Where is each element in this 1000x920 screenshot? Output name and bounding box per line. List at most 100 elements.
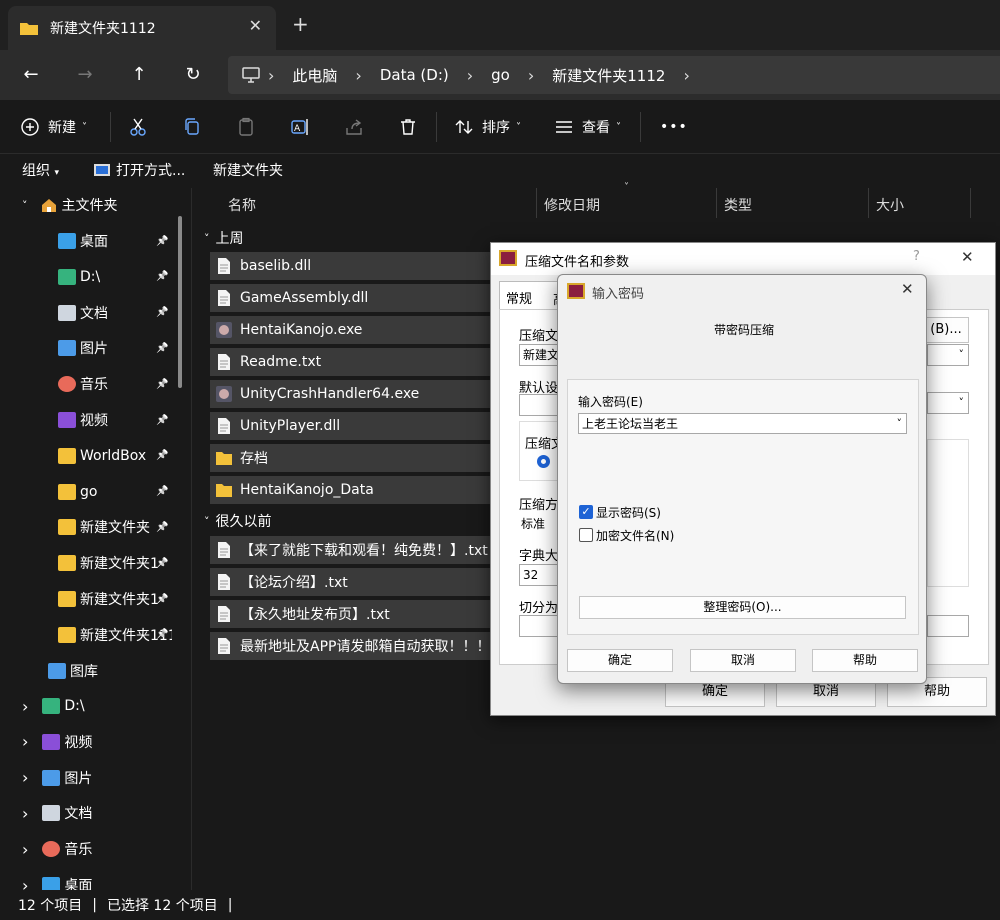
close-tab-icon[interactable]: ✕ [249,16,262,35]
column-divider[interactable] [716,188,717,218]
chevron-right-icon[interactable]: › [22,732,28,751]
column-size[interactable]: 大小 [876,195,904,215]
sidebar-item-home[interactable]: ˅ 主文件夹 [22,188,118,222]
set-password-field[interactable] [927,615,969,637]
sort-button[interactable]: 排序 ˅ [454,114,521,140]
file-row[interactable]: 最新地址及APP请发邮箱自动获取！！！.txt [210,632,500,660]
sidebar-item-library[interactable]: › 文档 [22,796,92,830]
refresh-icon[interactable]: ↻ [180,62,206,88]
column-divider[interactable] [970,188,971,218]
share-icon[interactable] [344,114,364,140]
dict-size-input[interactable]: 32 [519,564,559,586]
group-header-long-ago[interactable]: ˅ 很久以前 [204,511,272,531]
paste-icon[interactable] [236,114,256,140]
pin-icon[interactable]: 📌 [156,486,168,497]
file-row[interactable]: 存档 [210,444,500,472]
chevron-down-icon[interactable]: ˅ [897,414,903,434]
file-row[interactable]: HentaiKanojo_Data [210,476,500,504]
pin-icon[interactable]: 📌 [156,522,168,533]
breadcrumb-item[interactable]: Data (D:) [380,66,449,84]
open-with-button[interactable]: 打开方式... [94,160,185,180]
chevron-right-icon[interactable]: › [22,876,28,891]
file-row[interactable]: HentaiKanojo.exe [210,316,500,344]
chevron-right-icon[interactable]: › [22,697,28,716]
sidebar-item-library[interactable]: › 桌面 [22,868,92,890]
encrypt-names-checkbox[interactable] [579,528,593,542]
sidebar-item-pinned[interactable]: 音乐 📌 [58,367,168,401]
file-row[interactable]: UnityCrashHandler64.exe [210,380,500,408]
column-type[interactable]: 类型 [724,195,752,215]
show-password-checkbox[interactable]: ✓ [579,505,593,519]
chevron-right-icon[interactable]: › [22,804,28,823]
column-modified[interactable]: 修改日期 [544,195,600,215]
new-button[interactable]: 新建 ˅ [20,114,87,140]
pin-icon[interactable]: 📌 [156,450,168,461]
sidebar-item-pinned[interactable]: 视频 📌 [58,403,168,437]
sidebar-item-pinned[interactable]: go 📌 [58,475,168,509]
pin-icon[interactable]: 📌 [156,379,168,390]
format-radio[interactable] [537,455,550,468]
chevron-right-icon[interactable]: › [22,768,28,787]
tab-active[interactable]: 新建文件夹1112 ✕ [8,6,276,50]
column-name[interactable]: 名称 [228,195,256,215]
sidebar-item-pinned[interactable]: D:\ 📌 [58,260,168,294]
sidebar-item-pinned[interactable]: 文档 📌 [58,296,168,330]
organize-passwords-button[interactable]: 整理密码(O)... [579,596,906,619]
view-button[interactable]: 查看 ˅ [554,114,621,140]
close-icon[interactable]: ✕ [901,280,914,298]
password-input[interactable]: 上老王论坛当老王 ˅ [578,413,907,434]
column-divider[interactable] [536,188,537,218]
help-icon[interactable]: ? [913,249,920,264]
up-arrow-icon[interactable]: ↑ [126,62,152,88]
forward-arrow-icon[interactable]: → [72,62,98,88]
help-button[interactable]: 帮助 [812,649,918,672]
browse-button[interactable]: (B)... [923,317,969,343]
pin-icon[interactable]: 📌 [156,271,168,282]
pin-icon[interactable]: 📌 [156,558,168,569]
breadcrumb-item[interactable]: 新建文件夹1112 [552,65,665,86]
close-icon[interactable]: ✕ [961,248,974,266]
sidebar-item-library[interactable]: › 音乐 [22,832,92,866]
breadcrumb-item[interactable]: 此电脑 [292,65,337,86]
more-options-button[interactable]: ••• [660,114,688,140]
pin-icon[interactable]: 📌 [156,629,168,640]
file-row[interactable]: 【来了就能下载和观看！纯免费！】.txt [210,536,500,564]
sidebar-item-library[interactable]: › 图片 [22,761,92,795]
pin-icon[interactable]: 📌 [156,307,168,318]
group-header-last-week[interactable]: ˅ 上周 [204,228,244,248]
pin-icon[interactable]: 📌 [156,415,168,426]
sidebar-item-gallery[interactable]: 图库 [48,654,98,688]
file-row[interactable]: 【永久地址发布页】.txt [210,600,500,628]
sidebar-item-library[interactable]: › D:\ [22,689,85,723]
new-folder-button[interactable]: 新建文件夹 [213,160,283,180]
method-value[interactable]: 标准 [521,515,545,532]
copy-icon[interactable] [182,114,202,140]
default-settings-button[interactable] [519,394,559,416]
ok-button[interactable]: 确定 [567,649,673,672]
sidebar-item-pinned[interactable]: 桌面 📌 [58,224,168,258]
cut-icon[interactable] [128,114,148,140]
chevron-right-icon[interactable]: › [22,840,28,859]
file-row[interactable]: baselib.dll [210,252,500,280]
delete-icon[interactable] [398,114,418,140]
file-row[interactable]: 【论坛介绍】.txt [210,568,500,596]
sidebar-item-pinned[interactable]: WorldBox 📌 [58,439,168,473]
pin-icon[interactable]: 📌 [156,236,168,247]
tab-general[interactable]: 常规 [499,281,559,309]
rename-icon[interactable]: A [290,114,310,140]
organize-menu[interactable]: 组织 ▾ [22,160,59,180]
column-divider[interactable] [868,188,869,218]
new-tab-button[interactable]: + [292,12,309,36]
cancel-button[interactable]: 取消 [690,649,796,672]
scrollbar-thumb[interactable] [178,216,182,388]
sidebar-item-pinned[interactable]: 新建文件夹111 📌 [58,618,172,652]
sidebar-item-library[interactable]: › 视频 [22,725,92,759]
pin-icon[interactable]: 📌 [156,343,168,354]
archive-name-dropdown[interactable]: ˅ [927,344,969,366]
back-arrow-icon[interactable]: ← [18,62,44,88]
chevron-right-icon[interactable]: › [683,66,689,85]
split-input[interactable] [519,615,559,637]
sidebar-item-pinned[interactable]: 新建文件夹 📌 [58,510,168,544]
file-row[interactable]: UnityPlayer.dll [210,412,500,440]
sidebar-item-pinned[interactable]: 新建文件夹1 📌 [58,546,168,580]
